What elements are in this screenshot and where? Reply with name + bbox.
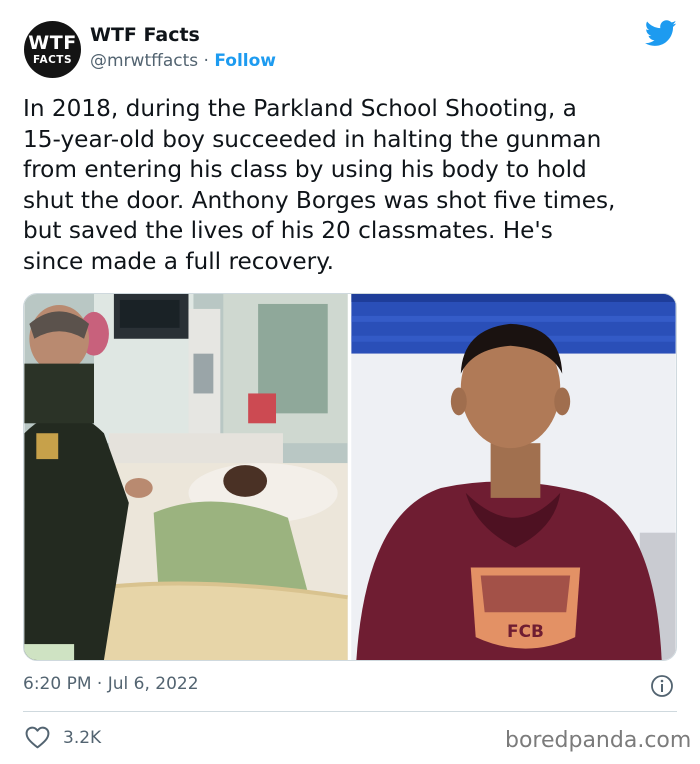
hoodie-crest-text: FCB bbox=[507, 621, 544, 641]
author-handle-row: @mrwtffacts · Follow bbox=[90, 51, 276, 71]
info-icon[interactable] bbox=[650, 674, 674, 698]
tweet-card: WTF FACTS WTF Facts @mrwtffacts · Follow… bbox=[0, 0, 700, 764]
tweet-text-line: since made a full recovery. bbox=[23, 247, 334, 275]
media-grid: FCB bbox=[23, 293, 677, 661]
twitter-bird-icon[interactable] bbox=[645, 20, 677, 47]
avatar[interactable]: WTF FACTS bbox=[24, 21, 81, 78]
separator-dot: · bbox=[203, 51, 209, 71]
source-watermark: boredpanda.com bbox=[505, 728, 692, 753]
tweet-text-line: from entering his class by using his bod… bbox=[23, 156, 587, 183]
tweet-text-line: 15-year-old boy succeeded in halting the… bbox=[23, 125, 602, 153]
tweet-text-line: In 2018, during the Parkland School Shoo… bbox=[23, 95, 577, 122]
like-count[interactable]: 3.2K bbox=[63, 728, 101, 748]
author-name[interactable]: WTF Facts bbox=[90, 24, 200, 46]
portrait-photo[interactable]: FCB bbox=[351, 294, 676, 660]
divider bbox=[23, 711, 677, 712]
tweet-timestamp[interactable]: 6:20 PM · Jul 6, 2022 bbox=[23, 674, 199, 694]
tweet-text-line: but saved the lives of his 20 classmates… bbox=[23, 217, 553, 244]
tweet-text-line: shut the door. Anthony Borges was shot f… bbox=[23, 186, 616, 214]
avatar-logo-line2: FACTS bbox=[32, 53, 73, 66]
avatar-logo-line1: WTF bbox=[28, 31, 77, 54]
tweet-text: In 2018, during the Parkland School Shoo… bbox=[23, 94, 683, 277]
heart-icon[interactable] bbox=[25, 726, 50, 749]
author-handle[interactable]: @mrwtffacts bbox=[90, 51, 198, 71]
hospital-photo[interactable] bbox=[24, 294, 348, 660]
follow-button[interactable]: Follow bbox=[214, 51, 276, 71]
